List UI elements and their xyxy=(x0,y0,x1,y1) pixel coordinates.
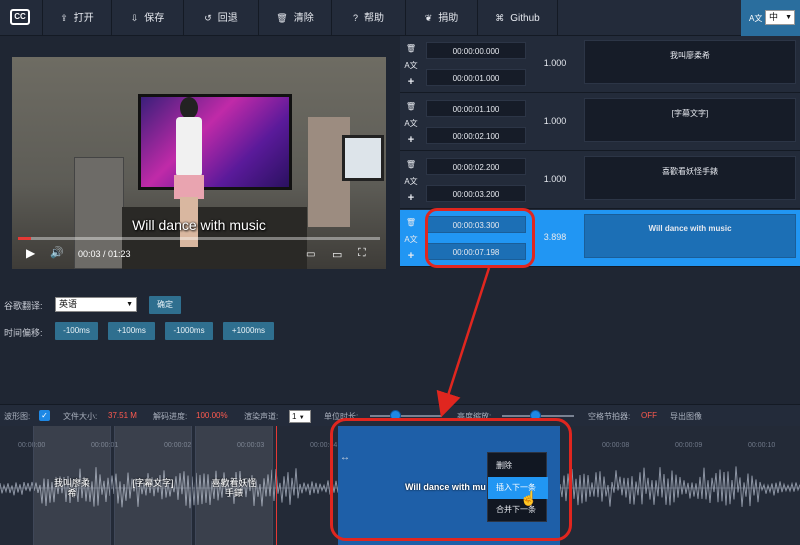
subtitle-editor-app: CC ⇪ 打开 ⇩ 保存 ↺ 回退 🗑 清除 ? 帮助 ❦ 捐助 ⌘ Github A文 中 ▼… xyxy=(0,0,800,545)
annotation-arrow xyxy=(436,267,491,418)
